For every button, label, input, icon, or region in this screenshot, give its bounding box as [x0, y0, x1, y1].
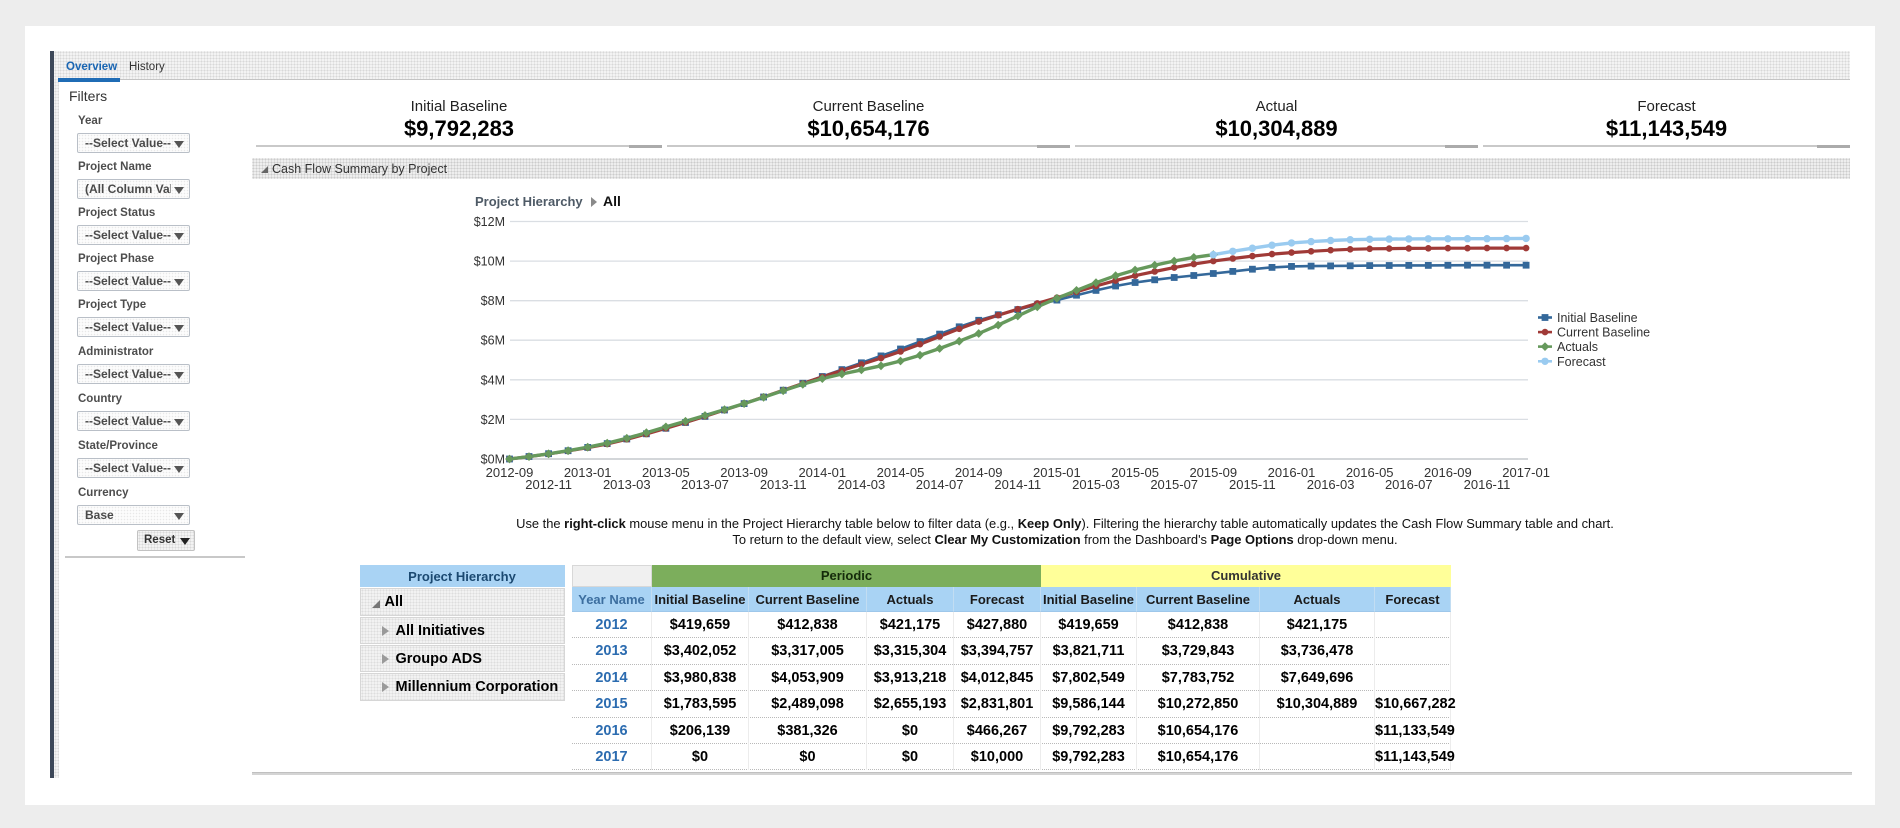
- svg-text:2013-03: 2013-03: [603, 477, 651, 492]
- svg-text:2014-03: 2014-03: [838, 477, 886, 492]
- svg-text:Initial Baseline: Initial Baseline: [1557, 311, 1638, 325]
- svg-text:2014-11: 2014-11: [994, 477, 1041, 492]
- svg-text:Actuals: Actuals: [1557, 340, 1598, 354]
- svg-text:$6M: $6M: [481, 334, 505, 348]
- svg-text:2015-11: 2015-11: [1229, 477, 1276, 492]
- svg-text:2015-07: 2015-07: [1150, 477, 1198, 492]
- svg-text:$12M: $12M: [474, 215, 505, 229]
- svg-text:$2M: $2M: [481, 413, 505, 427]
- svg-text:Forecast: Forecast: [1557, 355, 1606, 369]
- svg-text:2015-03: 2015-03: [1072, 477, 1120, 492]
- svg-text:2012-11: 2012-11: [525, 477, 572, 492]
- svg-text:$4M: $4M: [481, 373, 505, 387]
- svg-text:2016-11: 2016-11: [1464, 477, 1511, 492]
- svg-text:2013-11: 2013-11: [760, 477, 807, 492]
- svg-text:2016-07: 2016-07: [1385, 477, 1433, 492]
- svg-text:2013-07: 2013-07: [681, 477, 729, 492]
- svg-text:2016-03: 2016-03: [1307, 477, 1355, 492]
- svg-text:2014-07: 2014-07: [916, 477, 964, 492]
- svg-text:$10M: $10M: [474, 255, 505, 269]
- svg-text:Current Baseline: Current Baseline: [1557, 326, 1650, 340]
- svg-text:$8M: $8M: [481, 294, 505, 308]
